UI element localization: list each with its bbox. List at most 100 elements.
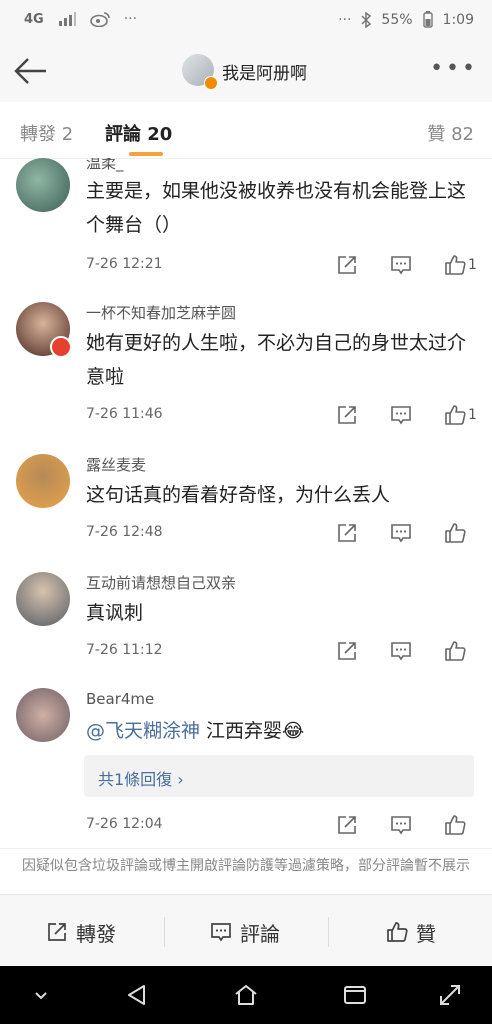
comment-item: Bear4me @飞天糊涂神 江西弃婴😂 共1條回復 › 7-26 12:04 [0, 682, 492, 848]
repost-label: 轉發 [76, 921, 116, 946]
repost-comment-button[interactable] [336, 404, 370, 426]
comment-icon [391, 642, 411, 661]
repost-comment-button[interactable] [336, 640, 370, 662]
like-label: 贊 [416, 921, 436, 946]
status-bar: 4G ··· ··· 55% 1:09 [0, 0, 492, 40]
comment-item: 互动前请想想自己双亲 真讽刺 7-26 11:12 [0, 562, 492, 672]
thumbs-up-icon [445, 405, 466, 425]
network-type: 4G [24, 11, 44, 27]
keyboard-hide-icon[interactable] [28, 982, 54, 1008]
bluetooth-icon [361, 11, 372, 28]
user-badge-icon [50, 336, 72, 358]
share-icon [48, 923, 66, 941]
comment-text: 这句话真的看着好奇怪，为什么丢人 [86, 484, 391, 506]
thumbs-up-icon [445, 815, 466, 835]
reply-comment-button[interactable] [390, 254, 424, 276]
repost-comment-button[interactable] [336, 814, 370, 836]
view-replies-link[interactable]: 共1條回復 › [98, 766, 184, 790]
back-arrow-icon[interactable] [12, 52, 50, 90]
like-comment-button[interactable] [444, 814, 478, 836]
share-icon [338, 256, 356, 274]
more-options-icon[interactable]: ••• [430, 56, 478, 81]
comment-time: 7-26 12:04 [86, 816, 163, 832]
repost-comment-button[interactable] [336, 254, 370, 276]
commenter-name[interactable]: 互动前请想想自己双亲 [86, 572, 236, 593]
thumbs-up-icon [445, 523, 466, 543]
commenter-name[interactable]: Bear4me [86, 690, 154, 708]
share-icon [338, 524, 356, 542]
comment-text: 真讽刺 [86, 602, 144, 624]
back-icon[interactable] [124, 982, 150, 1008]
system-nav-bar [0, 966, 492, 1024]
commenter-avatar[interactable] [16, 158, 70, 212]
comment-item: 温柔_ 主要是，如果他没被收养也没有机会能登上这个舞台（） 7-26 12:21… [0, 158, 492, 290]
overflow-dots-icon: ··· [123, 11, 138, 27]
signal-icon [58, 12, 76, 26]
author-name[interactable]: 我是阿册啊 [222, 59, 307, 84]
reply-comment-button[interactable] [390, 404, 424, 426]
repost-comment-button[interactable] [336, 522, 370, 544]
comment-text: 主要是，如果他没被收养也没有机会能登上这个舞台（） [86, 180, 467, 236]
divider [164, 917, 165, 947]
active-tab-indicator [129, 152, 163, 156]
weibo-icon [89, 12, 110, 27]
tab-repost[interactable]: 轉發 2 [20, 120, 73, 146]
tab-comments[interactable]: 評論 20 [105, 120, 172, 146]
thumbs-up-icon [445, 641, 466, 661]
filtered-comments-notice: 因疑似包含垃圾評論或博主開啟評論防護等過濾策略，部分評論暫不展示 [0, 848, 492, 894]
like-button[interactable]: 贊 [386, 917, 436, 947]
comment-item: 一杯不知春加芝麻芋圆 她有更好的人生啦，不必为自己的身世太过介意啦 7-26 1… [0, 292, 492, 442]
comment-icon [391, 406, 411, 425]
comment-time: 7-26 12:48 [86, 524, 163, 540]
tab-likes[interactable]: 贊 82 [427, 120, 474, 146]
commenter-name[interactable]: 温柔_ [86, 158, 124, 173]
like-comment-button[interactable] [444, 640, 478, 662]
like-comment-button[interactable]: 1 [444, 404, 478, 426]
bottom-action-bar: 轉發 評論 贊 [0, 894, 492, 967]
reply-comment-button[interactable] [390, 522, 424, 544]
overflow-dots-icon: ··· [338, 11, 352, 28]
commenter-avatar[interactable] [16, 572, 70, 626]
comment-time: 7-26 11:12 [86, 642, 163, 658]
like-count: 1 [468, 407, 477, 423]
comment-icon [391, 816, 411, 835]
comment-list[interactable]: 温柔_ 主要是，如果他没被收养也没有机会能登上这个舞台（） 7-26 12:21… [0, 158, 492, 848]
reply-comment-button[interactable] [390, 640, 424, 662]
mention-link[interactable]: @飞天糊涂神 [86, 720, 200, 742]
share-icon [338, 816, 356, 834]
share-icon [338, 642, 356, 660]
recent-apps-icon[interactable] [342, 982, 368, 1008]
reply-comment-button[interactable] [390, 814, 424, 836]
battery-icon [422, 11, 433, 28]
tab-bar: 轉發 2 評論 20 贊 82 [0, 102, 492, 159]
comment-time: 7-26 12:21 [86, 256, 163, 272]
expand-icon[interactable] [437, 982, 463, 1008]
divider [328, 917, 329, 947]
comment-icon [391, 256, 411, 275]
comment-icon [211, 923, 231, 942]
like-comment-button[interactable] [444, 522, 478, 544]
commenter-name[interactable]: 一杯不知春加芝麻芋圆 [86, 302, 236, 323]
comment-button[interactable]: 評論 [210, 917, 280, 947]
replies-box[interactable]: 共1條回復 › [84, 755, 474, 797]
header: 我是阿册啊 ••• [0, 40, 492, 102]
like-comment-button[interactable]: 1 [444, 254, 478, 276]
comment-label: 評論 [240, 921, 280, 946]
share-icon [338, 406, 356, 424]
repost-button[interactable]: 轉發 [46, 917, 116, 947]
comment-text: 江西弃婴😂 [200, 720, 305, 742]
comment-icon [391, 524, 411, 543]
home-icon[interactable] [233, 982, 259, 1008]
verified-badge-icon [204, 76, 218, 90]
commenter-avatar[interactable] [16, 688, 70, 742]
battery-percent: 55% [381, 11, 413, 28]
thumbs-up-icon [387, 922, 408, 942]
clock: 1:09 [442, 11, 474, 28]
thumbs-up-icon [445, 255, 466, 275]
comment-time: 7-26 11:46 [86, 406, 163, 422]
commenter-avatar[interactable] [16, 454, 70, 508]
commenter-name[interactable]: 露丝麦麦 [86, 454, 146, 475]
like-count: 1 [468, 257, 477, 273]
comment-item: 露丝麦麦 这句话真的看着好奇怪，为什么丢人 7-26 12:48 [0, 446, 492, 556]
comment-text: 她有更好的人生啦，不必为自己的身世太过介意啦 [86, 332, 467, 388]
